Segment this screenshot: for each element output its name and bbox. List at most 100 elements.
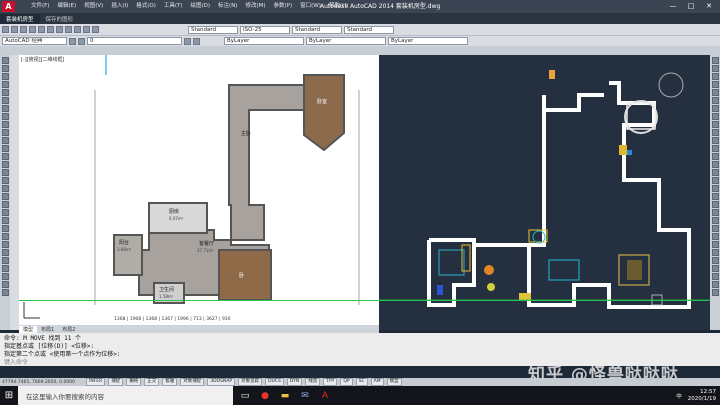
make-current-layer-icon[interactable]: [184, 37, 191, 45]
modify-tool-icon[interactable]: [711, 177, 719, 184]
modify-tool-icon[interactable]: [711, 225, 719, 232]
tab-layout1[interactable]: 布局1: [37, 326, 58, 333]
draw-tool-icon[interactable]: [1, 129, 9, 136]
modify-tool-icon[interactable]: [711, 193, 719, 200]
menu-item[interactable]: 绘图(D): [187, 0, 215, 13]
linetype-select[interactable]: ByLayer: [306, 37, 386, 45]
draw-tool-icon[interactable]: [1, 257, 9, 264]
modify-tool-icon[interactable]: [711, 57, 719, 64]
modify-tool-icon[interactable]: [711, 265, 719, 272]
maximize-button[interactable]: □: [682, 0, 700, 13]
status-toggle-button[interactable]: INFER: [86, 378, 106, 386]
modify-tool-icon[interactable]: [711, 145, 719, 152]
menu-item[interactable]: 修改(M): [241, 0, 269, 13]
draw-tool-icon[interactable]: [1, 137, 9, 144]
status-toggle-button[interactable]: DYN: [286, 378, 303, 386]
file-explorer-icon[interactable]: ▬: [277, 386, 293, 405]
text-style-select[interactable]: Standard: [188, 25, 238, 34]
taskbar-search-input[interactable]: 在这里输入你要搜索的内容: [18, 386, 233, 405]
layer-previous-icon[interactable]: [193, 37, 200, 45]
modify-tool-icon[interactable]: [711, 121, 719, 128]
modify-tool-icon[interactable]: [711, 233, 719, 240]
draw-tool-icon[interactable]: [1, 193, 9, 200]
draw-tool-icon[interactable]: [1, 241, 9, 248]
draw-tool-icon[interactable]: [1, 209, 9, 216]
properties-icon[interactable]: [74, 26, 81, 33]
design-center-icon[interactable]: [83, 26, 90, 33]
modify-tool-icon[interactable]: [711, 137, 719, 144]
status-toggle-button[interactable]: 3DOSNAP: [207, 378, 236, 386]
draw-tool-icon[interactable]: [1, 65, 9, 72]
status-toggle-button[interactable]: 正交: [144, 378, 160, 386]
draw-tool-icon[interactable]: [1, 57, 9, 64]
draw-tool-icon[interactable]: [1, 169, 9, 176]
cad-model-space[interactable]: [379, 55, 710, 330]
draw-tool-icon[interactable]: [1, 81, 9, 88]
menu-item[interactable]: 视图(V): [80, 0, 107, 13]
modify-tool-icon[interactable]: [711, 241, 719, 248]
status-toggle-button[interactable]: 对象捕捉: [180, 378, 205, 386]
draw-tool-icon[interactable]: [1, 121, 9, 128]
draw-tool-icon[interactable]: [1, 201, 9, 208]
modify-tool-icon[interactable]: [711, 113, 719, 120]
draw-tool-icon[interactable]: [1, 97, 9, 104]
minimize-button[interactable]: —: [664, 0, 682, 13]
table-style-select[interactable]: Standard: [292, 25, 342, 34]
windows-start-icon[interactable]: ⊞: [0, 386, 18, 405]
tab-layout2[interactable]: 布局2: [58, 326, 79, 333]
modify-tool-icon[interactable]: [711, 257, 719, 264]
menu-item[interactable]: 插入(I): [107, 0, 132, 13]
draw-tool-icon[interactable]: [1, 233, 9, 240]
modify-tool-icon[interactable]: [711, 169, 719, 176]
draw-tool-icon[interactable]: [1, 89, 9, 96]
modify-tool-icon[interactable]: [711, 97, 719, 104]
status-toggle-button[interactable]: 捕捉: [108, 378, 124, 386]
undo-icon[interactable]: [38, 26, 45, 33]
task-view-icon[interactable]: ▭: [237, 386, 253, 405]
dim-style-select[interactable]: ISO-25: [240, 25, 290, 34]
draw-tool-icon[interactable]: [1, 281, 9, 288]
draw-tool-icon[interactable]: [1, 273, 9, 280]
open-icon[interactable]: [11, 26, 18, 33]
autocad-logo[interactable]: A: [2, 1, 15, 12]
browser-icon[interactable]: ●: [257, 386, 273, 405]
save-icon[interactable]: [20, 26, 27, 33]
modify-tool-icon[interactable]: [711, 153, 719, 160]
draw-tool-icon[interactable]: [1, 153, 9, 160]
menu-item[interactable]: 参数(P): [270, 0, 297, 13]
draw-tool-icon[interactable]: [1, 105, 9, 112]
ime-indicator[interactable]: 中: [676, 392, 682, 400]
mleader-style-select[interactable]: Standard: [344, 25, 394, 34]
doc-tab-active[interactable]: 套装机房型: [0, 14, 40, 24]
modify-tool-icon[interactable]: [711, 89, 719, 96]
modify-tool-icon[interactable]: [711, 81, 719, 88]
modify-tool-icon[interactable]: [711, 209, 719, 216]
new-file-icon[interactable]: [2, 26, 9, 33]
modify-tool-icon[interactable]: [711, 217, 719, 224]
clock[interactable]: 12:57 2020/1/19: [688, 389, 716, 403]
menu-item[interactable]: 编辑(E): [53, 0, 80, 13]
draw-tool-icon[interactable]: [1, 265, 9, 272]
draw-tool-icon[interactable]: [1, 73, 9, 80]
status-toggle-button[interactable]: 栅格: [126, 378, 142, 386]
status-toggle-button[interactable]: DUCS: [265, 378, 284, 386]
status-toggle-button[interactable]: 线宽: [305, 378, 321, 386]
workspace-settings-icon[interactable]: [69, 37, 76, 45]
floor-plan-viewport[interactable]: [-][俯视][二维线框] 主卧 卧室 厨房 6.07m² 客餐厅 37.71m…: [19, 55, 379, 325]
layer-properties-icon[interactable]: [78, 37, 85, 45]
zoom-icon[interactable]: [65, 26, 72, 33]
draw-tool-icon[interactable]: [1, 225, 9, 232]
layer-select[interactable]: 0: [87, 37, 182, 45]
modify-tool-icon[interactable]: [711, 161, 719, 168]
modify-tool-icon[interactable]: [711, 289, 719, 296]
draw-tool-icon[interactable]: [1, 161, 9, 168]
mail-icon[interactable]: ✉: [297, 386, 313, 405]
modify-tool-icon[interactable]: [711, 105, 719, 112]
print-icon[interactable]: [29, 26, 36, 33]
draw-tool-icon[interactable]: [1, 217, 9, 224]
modify-tool-icon[interactable]: [711, 65, 719, 72]
status-toggle-button[interactable]: 极轴: [162, 378, 178, 386]
draw-tool-icon[interactable]: [1, 289, 9, 296]
autocad-taskbar-icon[interactable]: A: [317, 386, 333, 405]
close-button[interactable]: ✕: [700, 0, 718, 13]
